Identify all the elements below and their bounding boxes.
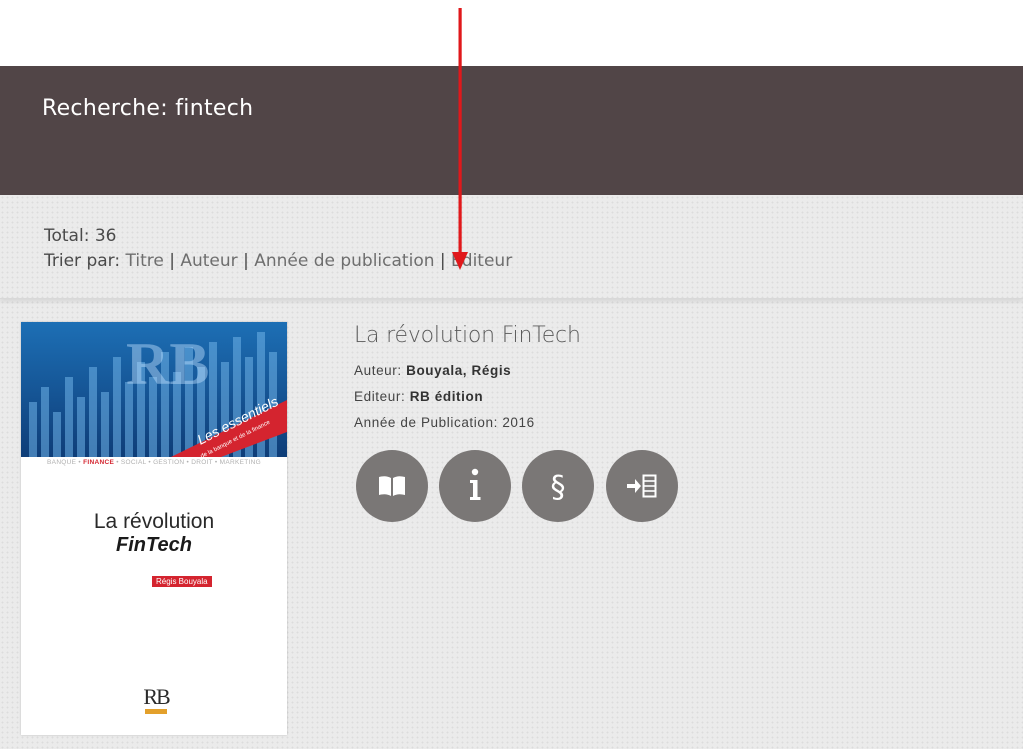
cover-topics: BANQUE • FINANCE • SOCIAL • GESTION • DR… [21, 459, 287, 466]
cover-author: Régis Bouyala [152, 576, 212, 587]
search-title: Recherche: fintech [42, 96, 254, 121]
cover-topic-suffix: • SOCIAL • GESTION • DROIT • MARKETING [114, 459, 261, 466]
results-area: Total: 36 Trier par: Titre | Auteur | An… [0, 195, 1023, 749]
author-label: Auteur: [354, 363, 402, 378]
book-editor: Editeur: RB édition [354, 389, 483, 404]
results-meta-bar: Total: 36 Trier par: Titre | Auteur | An… [0, 195, 1023, 299]
loan-button[interactable]: § [522, 450, 594, 522]
separator: | [169, 251, 175, 271]
publisher-logo-bar [145, 709, 167, 714]
book-title[interactable]: La révolution FinTech [354, 323, 581, 348]
book-author: Auteur: Bouyala, Régis [354, 363, 511, 378]
year-label: Année de Publication: [354, 415, 498, 430]
read-button[interactable] [356, 450, 428, 522]
result-item: RB Les essentiels de la banque et de la … [0, 307, 1023, 747]
book-cover[interactable]: RB Les essentiels de la banque et de la … [21, 322, 287, 735]
editor-value: RB édition [409, 389, 484, 404]
annotation-arrow [452, 8, 468, 270]
cover-title-line1: La révolution [93, 510, 215, 533]
add-to-list-button[interactable] [606, 450, 678, 522]
cover-topic-highlight: FINANCE [83, 459, 115, 466]
svg-text:§: § [551, 470, 566, 505]
top-margin [0, 0, 1023, 66]
cover-topic-prefix: BANQUE • [47, 459, 84, 466]
sort-label: Trier par: [44, 251, 121, 271]
author-value: Bouyala, Régis [406, 363, 512, 378]
sort-by-publication-year[interactable]: Année de publication [254, 251, 434, 271]
publisher-logo: RB [143, 684, 170, 709]
sort-by-title[interactable]: Titre [125, 251, 163, 271]
open-book-icon [379, 476, 405, 496]
separator: | [439, 251, 446, 271]
book-year: Année de Publication: 2016 [354, 415, 535, 430]
add-to-list-icon [627, 474, 657, 498]
editor-label: Editeur: [354, 389, 406, 404]
year-value: 2016 [502, 415, 535, 430]
info-button[interactable] [439, 450, 511, 522]
section-sign-icon: § [551, 470, 566, 505]
cover-title-line2: FinTech [116, 534, 192, 556]
info-icon [470, 468, 481, 500]
separator: | [243, 251, 249, 271]
cover-artwork: RB Les essentiels de la banque et de la … [21, 322, 287, 457]
search-header: Recherche: fintech [0, 66, 1023, 195]
sort-bar: Trier par: Titre | Auteur | Année de pub… [44, 251, 512, 271]
svg-text:RB: RB [126, 331, 209, 397]
total-count: Total: 36 [44, 226, 117, 246]
sort-by-author[interactable]: Auteur [180, 251, 237, 271]
